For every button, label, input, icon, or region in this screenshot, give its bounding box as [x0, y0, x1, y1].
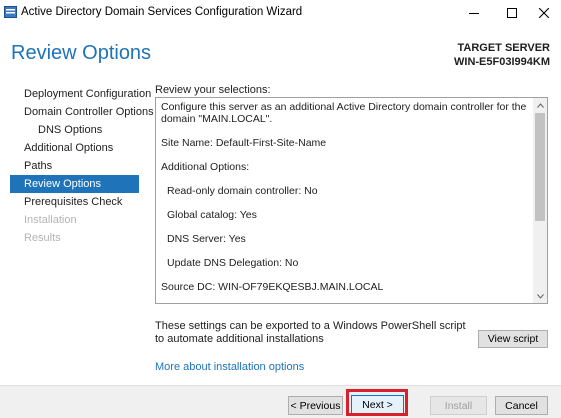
wizard-steps-nav: Deployment Configuration Domain Controll… [10, 85, 154, 247]
scrollbar-thumb[interactable] [535, 113, 545, 221]
chevron-up-icon [536, 102, 544, 108]
review-scrollbar[interactable] [533, 98, 547, 303]
nav-item-paths[interactable]: Paths [10, 157, 139, 175]
title-bar: Active Directory Domain Services Configu… [0, 0, 561, 26]
install-button: Install [430, 396, 487, 415]
maximize-icon [507, 8, 517, 18]
close-icon [539, 8, 549, 18]
review-line-rodc: Read-only domain controller: No [167, 185, 318, 197]
review-line-dns-delegation: Update DNS Delegation: No [167, 257, 299, 269]
target-server-label: TARGET SERVER [457, 42, 551, 54]
page-title: Review Options [11, 42, 152, 64]
nav-item-dns-options[interactable]: DNS Options [10, 121, 139, 139]
target-server-block: TARGET SERVER WIN-E5F03I994KM [454, 41, 550, 69]
target-server-name: WIN-E5F03I994KM [454, 56, 550, 68]
review-line-site-name: Site Name: Default-First-Site-Name [161, 137, 327, 149]
cancel-button[interactable]: Cancel [495, 396, 548, 415]
server-manager-icon [4, 6, 17, 18]
review-line-dns-server: DNS Server: Yes [167, 233, 246, 245]
nav-item-additional-options[interactable]: Additional Options [10, 139, 139, 157]
next-button-highlight-box [346, 389, 408, 416]
review-textbox[interactable]: Configure this server as an additional A… [155, 97, 548, 304]
view-script-button[interactable]: View script [478, 330, 548, 348]
close-button[interactable] [527, 0, 561, 26]
minimize-button[interactable] [457, 0, 491, 26]
review-line-global-catalog: Global catalog: Yes [167, 209, 257, 221]
nav-item-review-options[interactable]: Review Options [10, 175, 139, 193]
nav-item-deployment-configuration[interactable]: Deployment Configuration [10, 85, 151, 103]
minimize-icon [469, 13, 479, 14]
review-label: Review your selections: [155, 84, 271, 96]
review-content: Configure this server as an additional A… [156, 98, 534, 303]
nav-item-results: Results [24, 232, 61, 244]
scroll-up-button[interactable] [533, 98, 547, 112]
nav-item-prerequisites-check[interactable]: Prerequisites Check [10, 193, 139, 211]
maximize-button[interactable] [495, 0, 529, 26]
chevron-down-icon [536, 293, 544, 299]
previous-button[interactable]: < Previous [288, 396, 343, 415]
export-description: These settings can be exported to a Wind… [155, 320, 466, 345]
nav-item-installation: Installation [24, 214, 77, 226]
review-line-source-dc: Source DC: WIN-OF79EKQESBJ.MAIN.LOCAL [161, 281, 384, 293]
scroll-down-button[interactable] [533, 289, 547, 303]
review-line-additional-options: Additional Options: [161, 161, 250, 173]
nav-item-domain-controller-options[interactable]: Domain Controller Options [10, 103, 154, 121]
window-title: Active Directory Domain Services Configu… [21, 6, 303, 18]
review-line-configure: Configure this server as an additional A… [161, 101, 530, 125]
more-about-installation-link[interactable]: More about installation options [155, 361, 304, 373]
